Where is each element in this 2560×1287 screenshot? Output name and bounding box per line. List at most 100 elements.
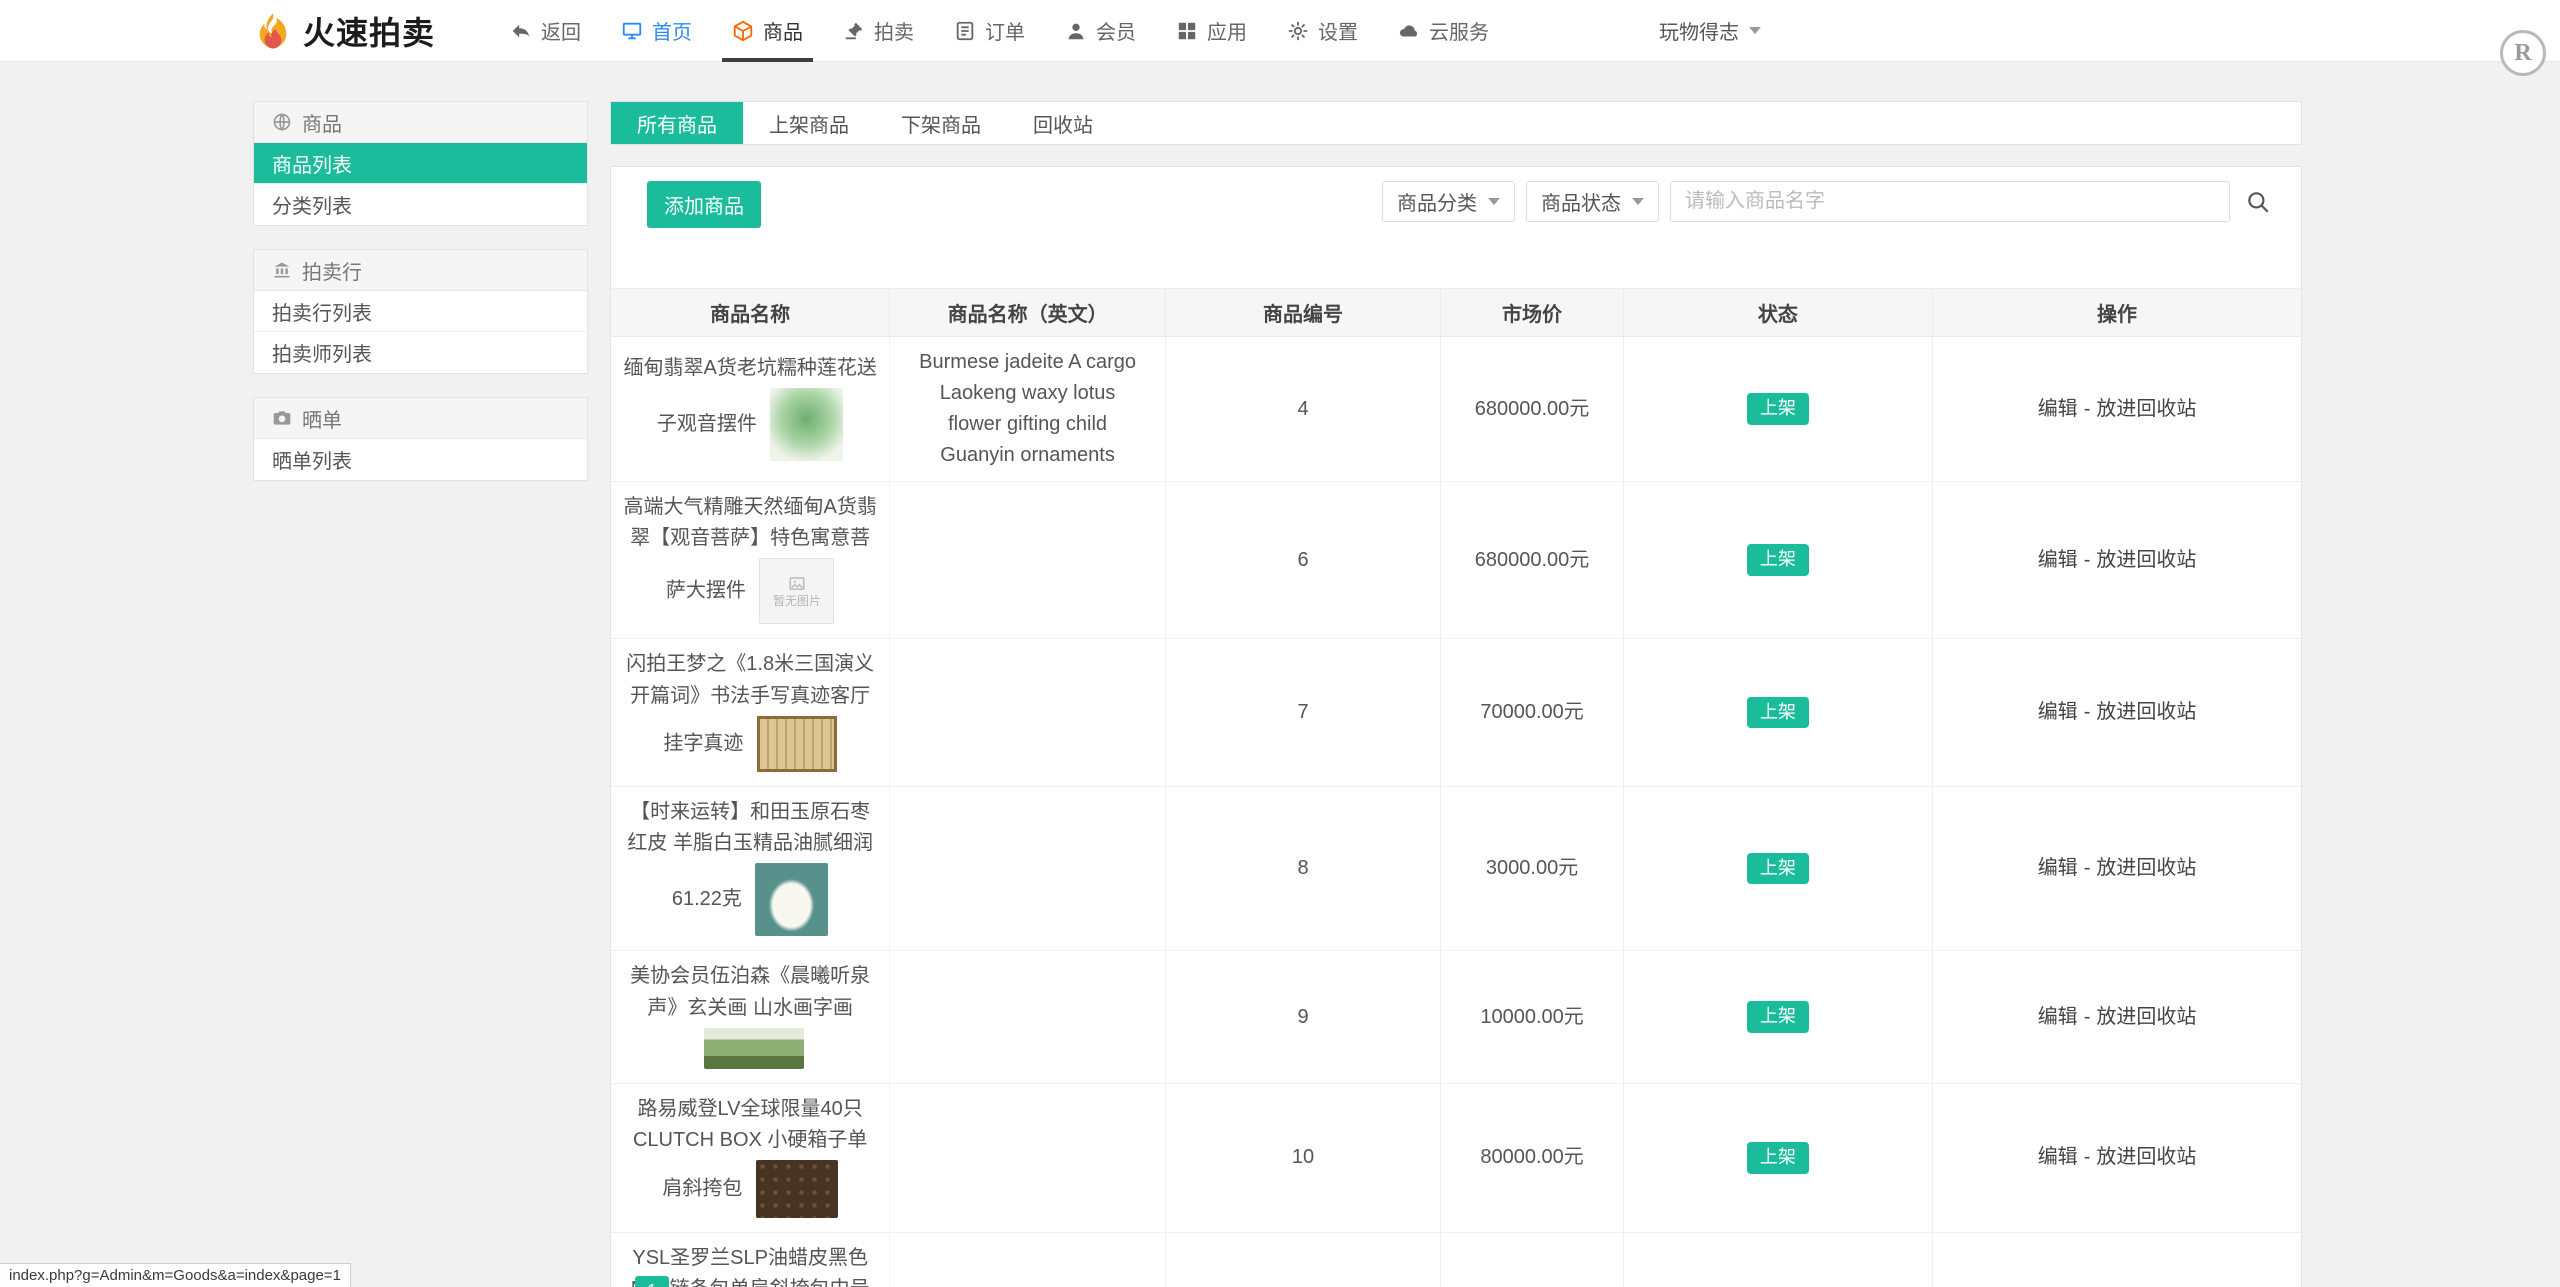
recycle-link[interactable]: 放进回收站 [2096,549,2196,571]
apps-grid-icon [1176,20,1198,42]
header-price: 市场价 [1440,288,1624,337]
product-price: 680000.00元 [1440,480,1624,640]
globe-icon [273,113,291,131]
gavel-icon [843,20,865,42]
cloud-icon [1398,20,1420,42]
nav-item-cloud[interactable]: 云服务 [1378,0,1509,62]
product-id: 11 [1164,1232,1442,1287]
tab-off-shelf-goods[interactable]: 下架商品 [875,102,1007,144]
nav-item-apps[interactable]: 应用 [1156,0,1267,62]
member-icon [1065,20,1087,42]
product-name-en: Burmese jadeite A cargo Laokeng waxy lot… [889,336,1166,482]
product-id: 8 [1164,785,1442,952]
sidebar-item-goods-list[interactable]: 商品列表 [254,143,587,184]
header-name: 商品名称 [611,288,891,337]
floating-widget[interactable]: R [2500,30,2546,76]
edit-link[interactable]: 编辑 [2038,1006,2078,1028]
product-thumbnail[interactable] [756,715,837,772]
product-name: 美协会员伍泊森《晨曦听泉声》玄关画 山水画字画 [630,965,871,1019]
product-price: 3000.00元 [1440,785,1624,952]
header-ops: 操作 [1932,288,2301,337]
nav-item-members[interactable]: 会员 [1045,0,1156,62]
gear-icon [1287,20,1309,42]
status-filter-dropdown[interactable]: 商品状态 [1526,181,1659,222]
chevron-down-icon [1749,27,1762,34]
sidebar-section-reviews: 晒单 晒单列表 [253,397,588,481]
add-goods-button[interactable]: 添加商品 [647,181,761,228]
product-name-en [889,1232,1166,1287]
pagination-current-page[interactable]: 1 [635,1276,670,1287]
edit-link[interactable]: 编辑 [2038,701,2078,723]
status-badge: 上架 [1746,393,1809,425]
edit-link[interactable]: 编辑 [2038,398,2078,420]
product-thumbnail[interactable] [755,863,829,937]
product-thumbnail[interactable] [704,1027,805,1069]
product-thumbnail[interactable] [770,388,844,462]
tab-on-shelf-goods[interactable]: 上架商品 [743,102,875,144]
recycle-link[interactable]: 放进回收站 [2096,1006,2196,1028]
recycle-link[interactable]: 放进回收站 [2096,857,2196,879]
edit-link[interactable]: 编辑 [2038,857,2078,879]
search-icon [2248,191,2269,213]
search-input[interactable] [1670,181,2230,222]
tab-recycle-bin[interactable]: 回收站 [1007,102,1119,144]
edit-link[interactable]: 编辑 [2038,1146,2078,1168]
nav-item-auction[interactable]: 拍卖 [823,0,934,62]
order-list-icon [954,20,976,42]
no-image-icon [789,577,805,591]
nav-item-back[interactable]: 返回 [490,0,601,62]
product-id: 7 [1164,638,1442,787]
bank-icon [274,262,290,278]
product-id: 4 [1164,336,1442,482]
search-button[interactable] [2241,183,2275,221]
sidebar-item-auctioneer-list[interactable]: 拍卖师列表 [254,332,587,373]
tab-all-goods[interactable]: 所有商品 [611,102,743,144]
product-name: 【时来运转】和田玉原石枣红皮 羊脂白玉精品油腻细润 61.22克 [627,801,873,911]
app-logo[interactable]: 火速拍卖 [253,8,435,54]
header-status: 状态 [1622,288,1934,337]
recycle-link[interactable]: 放进回收站 [2096,701,2196,723]
product-name: 高端大气精雕天然缅甸A货翡翠【观音菩萨】特色寓意菩萨大摆件 [623,496,877,602]
product-thumbnail[interactable]: 暂无图片 [759,558,835,625]
header-name-en: 商品名称（英文） [889,288,1166,337]
header-id: 商品编号 [1164,288,1442,337]
account-dropdown[interactable]: 玩物得志 [1659,16,1762,45]
camera-icon [273,411,291,425]
recycle-link[interactable]: 放进回收站 [2096,1146,2196,1168]
flame-icon [259,13,287,48]
product-price: 8000.00元 [1440,1232,1624,1287]
table-row: 高端大气精雕天然缅甸A货翡翠【观音菩萨】特色寓意菩萨大摆件 暂无图片 6 680… [611,480,2301,640]
product-name-en [889,785,1166,952]
product-id: 9 [1164,950,1442,1084]
table-row: 缅甸翡翠A货老坑糯种莲花送子观音摆件 Burmese jadeite A car… [611,336,2301,482]
sidebar-item-category-list[interactable]: 分类列表 [254,184,587,225]
sidebar-section-title: 商品 [302,113,342,136]
table-row: 路易威登LV全球限量40只CLUTCH BOX 小硬箱子单肩斜挎包 10 800… [611,1082,2301,1234]
page-body: 商品 商品列表 分类列表 拍卖行 拍卖行列表 拍卖师列表 晒单 晒单列表 所有商… [0,62,2560,1287]
product-thumbnail[interactable] [755,1160,838,1219]
nav-item-goods[interactable]: 商品 [712,0,823,62]
status-badge: 上架 [1746,1001,1809,1033]
table-row: 闪拍王梦之《1.8米三国演义开篇词》书法手写真迹客厅挂字真迹 7 70000.0… [611,638,2301,787]
sidebar-item-auction-house-list[interactable]: 拍卖行列表 [254,291,587,332]
nav-item-home[interactable]: 首页 [601,0,712,62]
reply-icon [510,20,532,42]
sidebar-section-title: 拍卖行 [302,261,362,284]
sidebar-item-review-list[interactable]: 晒单列表 [254,439,587,480]
top-navbar: 火速拍卖 返回 首页 商品 拍卖 订单 会员 应用 设置 云服务 玩物得志 [0,0,2560,62]
nav-item-settings[interactable]: 设置 [1267,0,1378,62]
recycle-link[interactable]: 放进回收站 [2096,398,2196,420]
status-badge: 上架 [1746,852,1809,885]
edit-link[interactable]: 编辑 [2038,549,2078,571]
sidebar: 商品 商品列表 分类列表 拍卖行 拍卖行列表 拍卖师列表 晒单 晒单列表 [253,101,588,504]
browser-status-bar: index.php?g=Admin&m=Goods&a=index&page=1 [0,1263,351,1287]
table-row: 美协会员伍泊森《晨曦听泉声》玄关画 山水画字画 9 10000.00元 上架 编… [611,950,2301,1084]
category-filter-dropdown[interactable]: 商品分类 [1382,181,1515,222]
status-badge: 上架 [1746,696,1809,729]
product-price: 80000.00元 [1440,1082,1624,1234]
pagination: 1 [635,1276,670,1287]
account-name: 玩物得志 [1659,22,1740,44]
nav-item-orders[interactable]: 订单 [934,0,1045,62]
table-row: 【时来运转】和田玉原石枣红皮 羊脂白玉精品油腻细润 61.22克 8 3000.… [611,785,2301,952]
product-name-en [889,480,1166,640]
